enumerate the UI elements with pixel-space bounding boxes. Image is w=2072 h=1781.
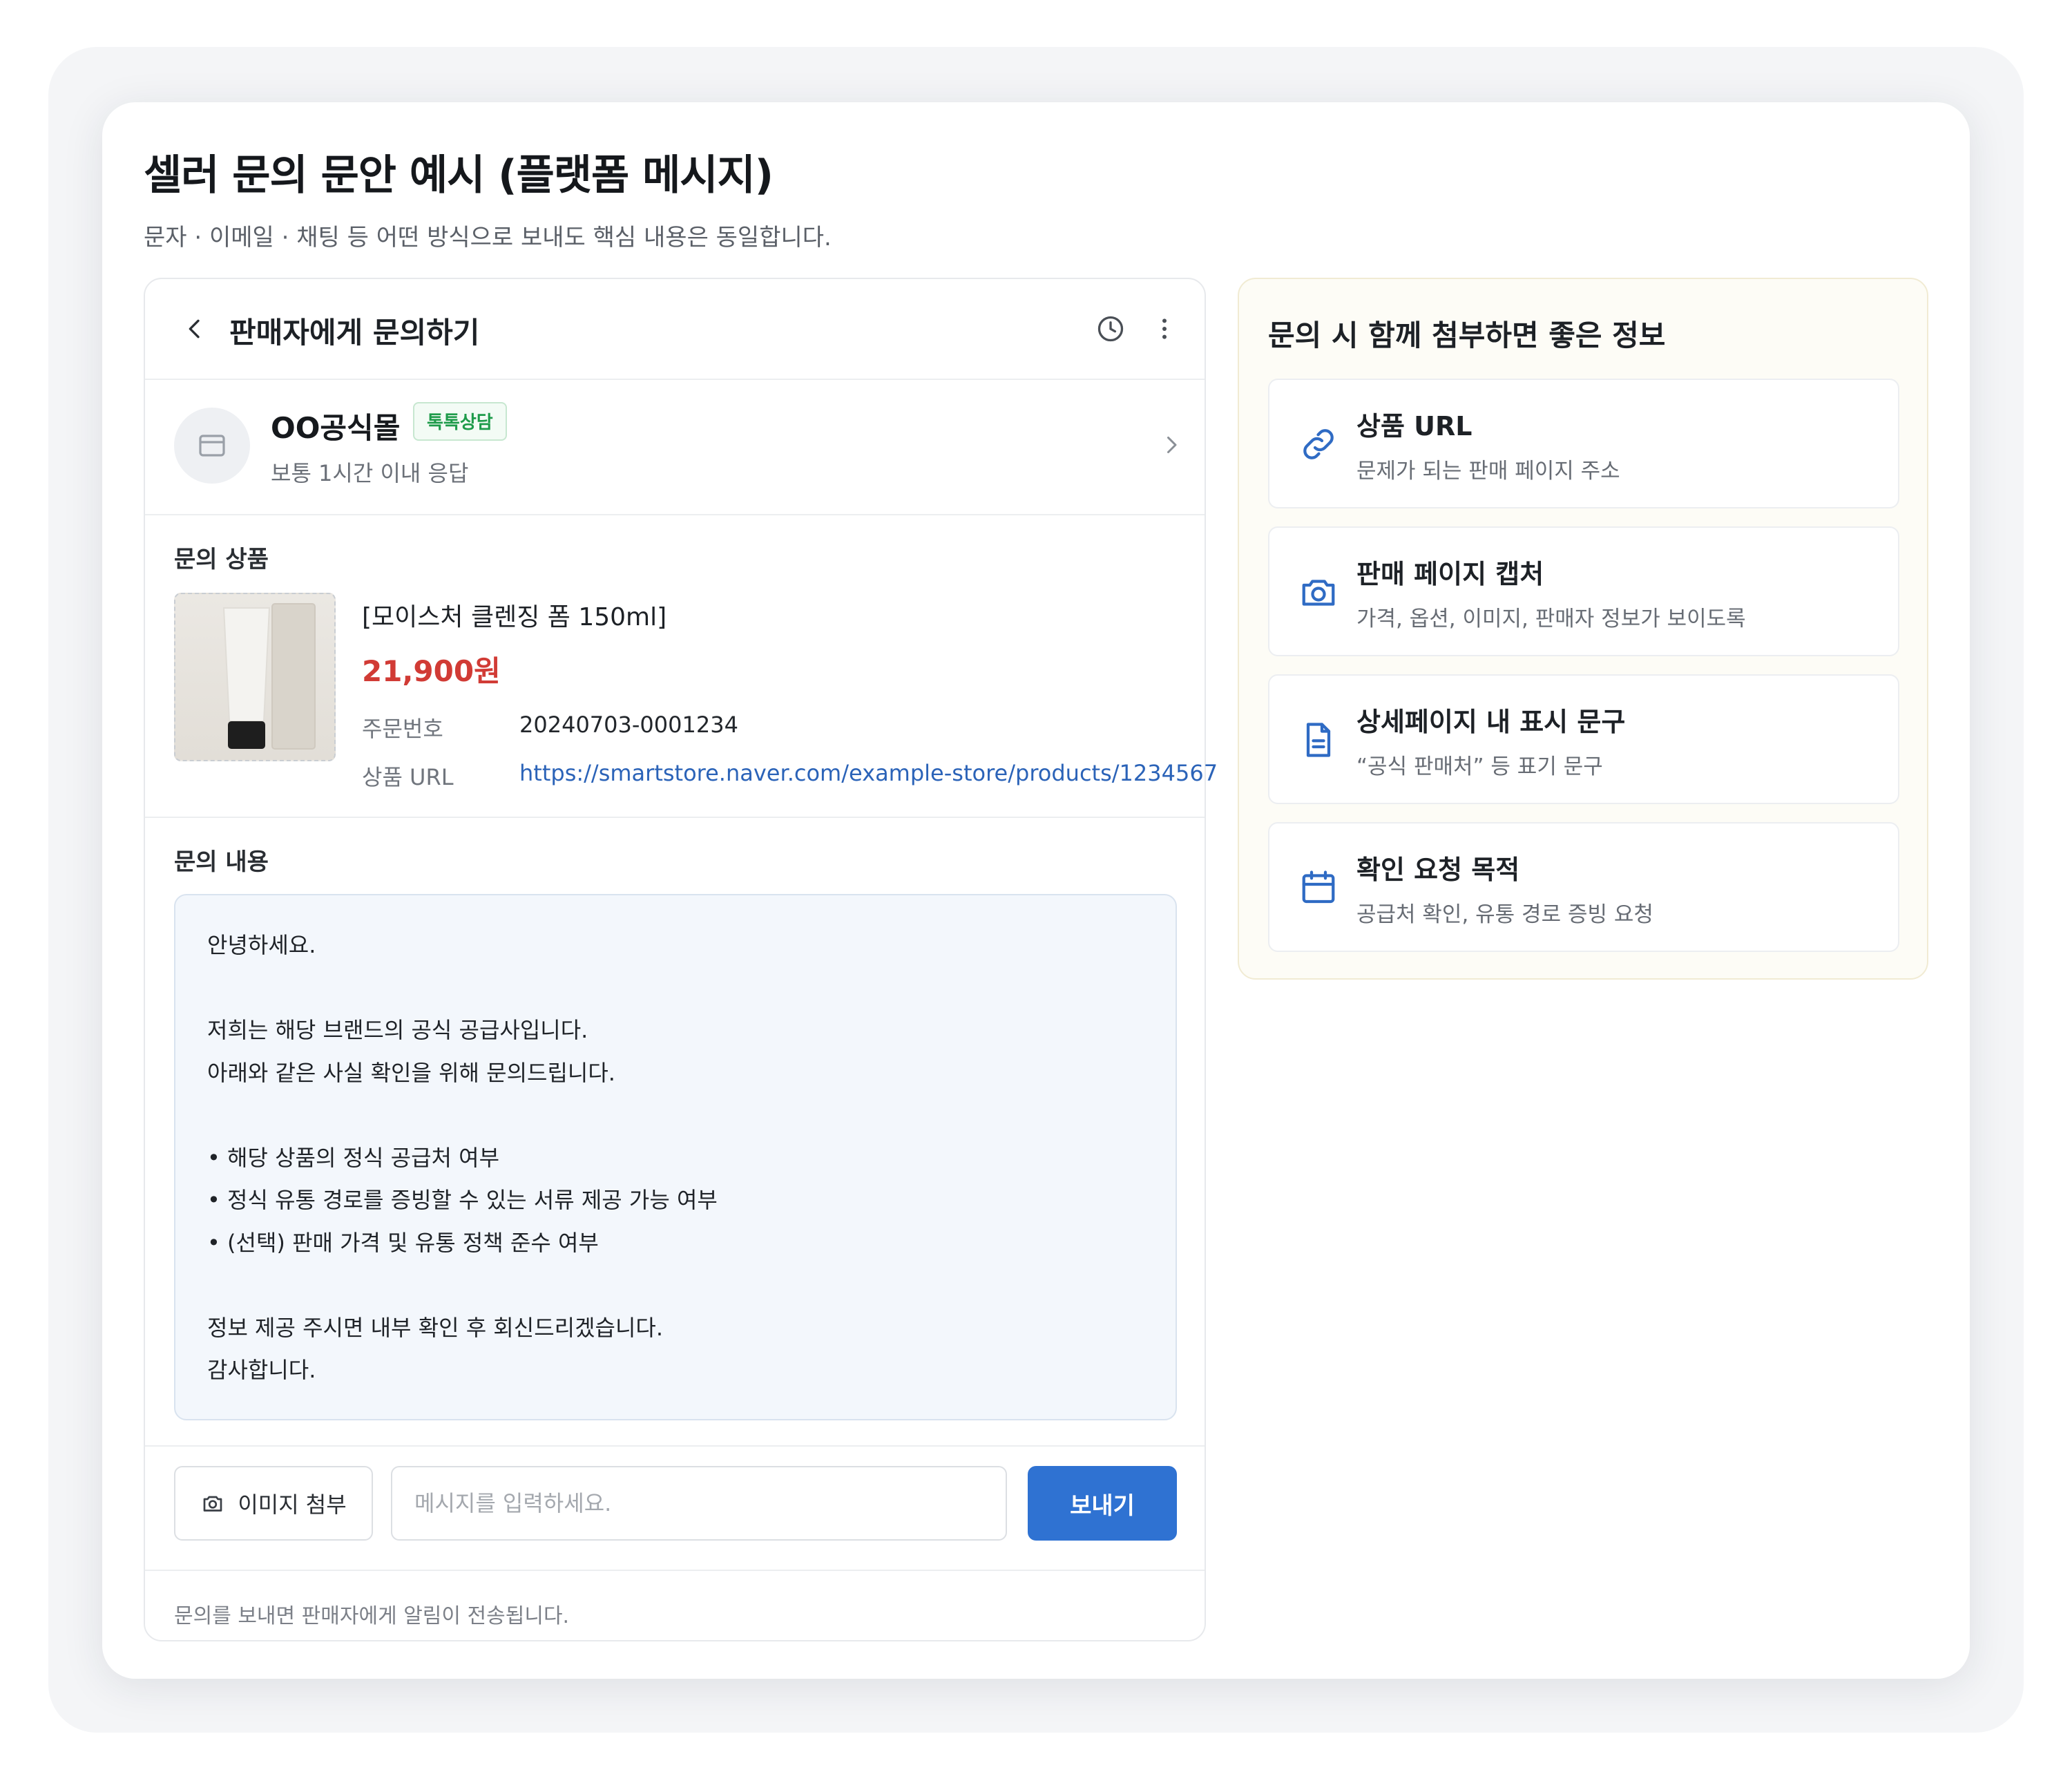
chat-header: 판매자에게 문의하기 bbox=[145, 279, 1205, 380]
message-line: 정보 제공 주시면 내부 확인 후 회신드리겠습니다. bbox=[207, 1314, 664, 1341]
tip-title: 상세페이지 내 표시 문구 bbox=[1356, 707, 1626, 737]
chat-panel: 판매자에게 문의하기 OO공식몰 톡톡상담 보통 1시간 이내 응답 문의 상품 bbox=[144, 278, 1218, 1641]
message-line: • 해당 상품의 정식 공급처 여부 bbox=[207, 1144, 500, 1171]
product-name: [모이스처 클렌징 폼 150ml] bbox=[362, 603, 667, 631]
message-input[interactable] bbox=[391, 1466, 1007, 1541]
tip-card-page-text: 상세페이지 내 표시 문구 “공식 판매처” 등 표기 문구 bbox=[1268, 674, 1899, 804]
store-icon bbox=[199, 435, 225, 457]
camera-icon bbox=[203, 1496, 222, 1512]
tip-title: 확인 요청 목적 bbox=[1356, 855, 1520, 885]
tip-card-request-purpose: 확인 요청 목적 공급처 확인, 유통 경로 증빙 요청 bbox=[1268, 822, 1899, 952]
page-subtitle: 문자 · 이메일 · 채팅 등 어떤 방식으로 보내도 핵심 내용은 동일합니다… bbox=[144, 224, 832, 251]
product-price: 21,900원 bbox=[362, 654, 501, 688]
product-section-label: 문의 상품 bbox=[174, 546, 269, 573]
seller-info-row[interactable]: OO공식몰 톡톡상담 보통 1시간 이내 응답 bbox=[145, 379, 1205, 515]
tip-description: “공식 판매처” 등 표기 문구 bbox=[1356, 754, 1603, 779]
message-line: 감사합니다. bbox=[207, 1357, 316, 1383]
seller-response-time: 보통 1시간 이내 응답 bbox=[271, 460, 469, 486]
back-button[interactable] bbox=[175, 309, 214, 348]
product-url-label: 상품 URL bbox=[362, 764, 454, 790]
link-icon bbox=[1294, 420, 1343, 468]
page-title: 셀러 문의 문안 예시 (플랫폼 메시지) bbox=[144, 151, 774, 200]
tip-description: 공급처 확인, 유통 경로 증빙 요청 bbox=[1356, 902, 1653, 927]
message-line: • 정식 유통 경로를 증빙할 수 있는 서류 제공 가능 여부 bbox=[207, 1187, 718, 1213]
attach-image-button[interactable]: 이미지 첨부 bbox=[174, 1466, 373, 1541]
message-line bbox=[207, 1264, 1144, 1307]
message-section: 문의 내용 안녕하세요. 저희는 해당 브랜드의 공식 공급사입니다. 아래와 … bbox=[145, 817, 1205, 1447]
message-line: • (선택) 판매 가격 및 유통 정책 준수 여부 bbox=[207, 1229, 599, 1256]
talk-badge: 톡톡상담 bbox=[413, 402, 507, 441]
tip-title: 상품 URL bbox=[1356, 411, 1473, 441]
message-body: 안녕하세요. 저희는 해당 브랜드의 공식 공급사입니다. 아래와 같은 사실 … bbox=[174, 894, 1177, 1420]
tips-panel: 문의 시 함께 첨부하면 좋은 정보 상품 URL 문제가 되는 판매 페이지 … bbox=[1238, 278, 1928, 980]
calendar-icon bbox=[1294, 864, 1343, 912]
message-line bbox=[207, 1094, 1144, 1137]
tips-title: 문의 시 함께 첨부하면 좋은 정보 bbox=[1268, 318, 1666, 352]
message-composer: 이미지 첨부 보내기 bbox=[145, 1445, 1205, 1571]
chat-title: 판매자에게 문의하기 bbox=[229, 316, 480, 350]
document-icon bbox=[1294, 716, 1343, 764]
chevron-right-icon bbox=[1152, 426, 1191, 464]
seller-avatar bbox=[174, 408, 250, 484]
product-section: 문의 상품 [모이스처 클렌징 폼 150ml] 21,900원 주문번호 20… bbox=[145, 514, 1218, 818]
order-number-label: 주문번호 bbox=[362, 716, 443, 742]
message-line: 저희는 해당 브랜드의 공식 공급사입니다. bbox=[207, 1017, 588, 1043]
tip-card-product-url: 상품 URL 문제가 되는 판매 페이지 주소 bbox=[1268, 379, 1899, 508]
tip-card-page-capture: 판매 페이지 캡처 가격, 옵션, 이미지, 판매자 정보가 보이도록 bbox=[1268, 526, 1899, 656]
clock-icon bbox=[1097, 316, 1124, 342]
product-url-link[interactable]: https://smartstore.naver.com/example-sto… bbox=[519, 760, 1218, 786]
message-line: 안녕하세요. bbox=[207, 932, 316, 958]
tip-title: 판매 페이지 캡처 bbox=[1356, 559, 1544, 589]
more-button[interactable] bbox=[1145, 309, 1184, 348]
footer-note: 문의를 보내면 판매자에게 알림이 전송됩니다. bbox=[174, 1604, 570, 1628]
message-section-label: 문의 내용 bbox=[174, 848, 269, 876]
product-tube-image bbox=[222, 603, 316, 750]
chevron-left-icon bbox=[189, 319, 200, 339]
history-button[interactable] bbox=[1091, 309, 1130, 348]
tip-description: 문제가 되는 판매 페이지 주소 bbox=[1356, 459, 1620, 484]
message-line bbox=[207, 967, 1144, 1010]
attach-image-label: 이미지 첨부 bbox=[238, 1492, 347, 1518]
more-vertical-icon bbox=[1162, 318, 1167, 339]
message-line: 아래와 같은 사실 확인을 위해 문의드립니다. bbox=[207, 1059, 615, 1086]
camera-icon bbox=[1294, 568, 1343, 616]
order-number-value: 20240703-0001234 bbox=[519, 712, 738, 738]
seller-name: OO공식몰 bbox=[271, 411, 401, 445]
product-image[interactable] bbox=[174, 593, 336, 761]
tip-description: 가격, 옵션, 이미지, 판매자 정보가 보이도록 bbox=[1356, 607, 1746, 631]
send-button[interactable]: 보내기 bbox=[1028, 1466, 1177, 1541]
